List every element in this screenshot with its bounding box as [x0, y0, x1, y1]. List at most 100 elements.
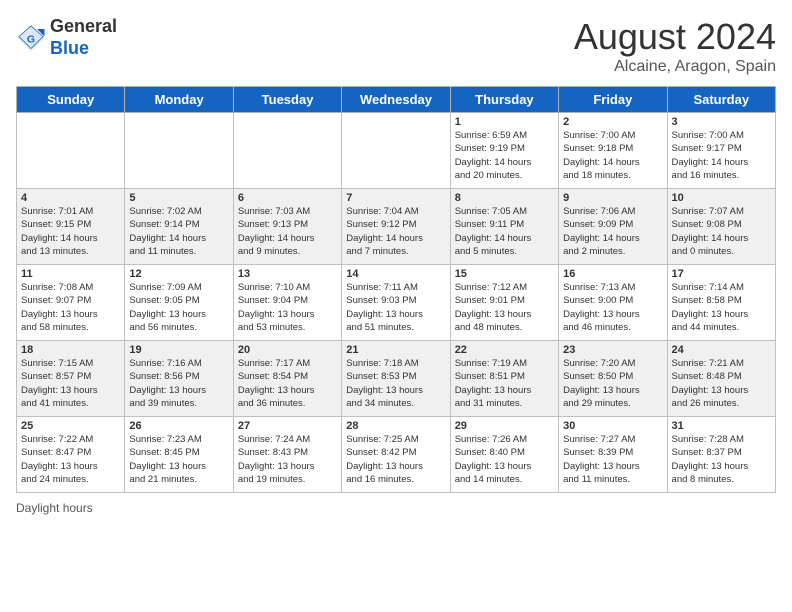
subtitle: Alcaine, Aragon, Spain: [574, 58, 776, 76]
day-number: 2: [563, 116, 662, 128]
calendar-cell: 21Sunrise: 7:18 AM Sunset: 8:53 PM Dayli…: [342, 341, 450, 417]
logo-blue: Blue: [50, 38, 117, 60]
calendar-cell: 19Sunrise: 7:16 AM Sunset: 8:56 PM Dayli…: [125, 341, 233, 417]
logo-icon: G: [16, 23, 46, 53]
day-info: Sunrise: 7:22 AM Sunset: 8:47 PM Dayligh…: [21, 433, 120, 486]
calendar-cell: 7Sunrise: 7:04 AM Sunset: 9:12 PM Daylig…: [342, 189, 450, 265]
day-info: Sunrise: 7:01 AM Sunset: 9:15 PM Dayligh…: [21, 205, 120, 258]
day-number: 23: [563, 344, 662, 356]
day-number: 31: [672, 420, 771, 432]
day-info: Sunrise: 7:04 AM Sunset: 9:12 PM Dayligh…: [346, 205, 445, 258]
day-info: Sunrise: 7:14 AM Sunset: 8:58 PM Dayligh…: [672, 281, 771, 334]
calendar-cell: 20Sunrise: 7:17 AM Sunset: 8:54 PM Dayli…: [233, 341, 341, 417]
day-number: 21: [346, 344, 445, 356]
calendar-cell: [233, 113, 341, 189]
day-number: 14: [346, 268, 445, 280]
day-number: 12: [129, 268, 228, 280]
calendar-cell: 22Sunrise: 7:19 AM Sunset: 8:51 PM Dayli…: [450, 341, 558, 417]
calendar-cell: 23Sunrise: 7:20 AM Sunset: 8:50 PM Dayli…: [559, 341, 667, 417]
day-info: Sunrise: 7:00 AM Sunset: 9:18 PM Dayligh…: [563, 129, 662, 182]
logo: G General Blue: [16, 16, 117, 59]
weekday-header-wednesday: Wednesday: [342, 87, 450, 113]
calendar-cell: 24Sunrise: 7:21 AM Sunset: 8:48 PM Dayli…: [667, 341, 775, 417]
calendar-cell: 2Sunrise: 7:00 AM Sunset: 9:18 PM Daylig…: [559, 113, 667, 189]
day-info: Sunrise: 7:26 AM Sunset: 8:40 PM Dayligh…: [455, 433, 554, 486]
calendar-cell: 13Sunrise: 7:10 AM Sunset: 9:04 PM Dayli…: [233, 265, 341, 341]
calendar-cell: 17Sunrise: 7:14 AM Sunset: 8:58 PM Dayli…: [667, 265, 775, 341]
week-row-4: 18Sunrise: 7:15 AM Sunset: 8:57 PM Dayli…: [17, 341, 776, 417]
day-number: 22: [455, 344, 554, 356]
day-number: 24: [672, 344, 771, 356]
day-info: Sunrise: 7:23 AM Sunset: 8:45 PM Dayligh…: [129, 433, 228, 486]
day-info: Sunrise: 7:20 AM Sunset: 8:50 PM Dayligh…: [563, 357, 662, 410]
day-number: 3: [672, 116, 771, 128]
day-info: Sunrise: 7:05 AM Sunset: 9:11 PM Dayligh…: [455, 205, 554, 258]
main-title: August 2024: [574, 16, 776, 58]
day-info: Sunrise: 7:00 AM Sunset: 9:17 PM Dayligh…: [672, 129, 771, 182]
logo-text: General Blue: [50, 16, 117, 59]
day-number: 20: [238, 344, 337, 356]
calendar-cell: 29Sunrise: 7:26 AM Sunset: 8:40 PM Dayli…: [450, 417, 558, 493]
week-row-5: 25Sunrise: 7:22 AM Sunset: 8:47 PM Dayli…: [17, 417, 776, 493]
day-info: Sunrise: 7:19 AM Sunset: 8:51 PM Dayligh…: [455, 357, 554, 410]
day-info: Sunrise: 7:08 AM Sunset: 9:07 PM Dayligh…: [21, 281, 120, 334]
weekday-header-thursday: Thursday: [450, 87, 558, 113]
logo-general: General: [50, 16, 117, 38]
day-number: 19: [129, 344, 228, 356]
calendar-cell: 1Sunrise: 6:59 AM Sunset: 9:19 PM Daylig…: [450, 113, 558, 189]
calendar-cell: 11Sunrise: 7:08 AM Sunset: 9:07 PM Dayli…: [17, 265, 125, 341]
day-number: 1: [455, 116, 554, 128]
calendar-cell: [17, 113, 125, 189]
week-row-2: 4Sunrise: 7:01 AM Sunset: 9:15 PM Daylig…: [17, 189, 776, 265]
day-info: Sunrise: 7:24 AM Sunset: 8:43 PM Dayligh…: [238, 433, 337, 486]
day-number: 8: [455, 192, 554, 204]
day-info: Sunrise: 7:02 AM Sunset: 9:14 PM Dayligh…: [129, 205, 228, 258]
day-number: 11: [21, 268, 120, 280]
day-number: 18: [21, 344, 120, 356]
calendar-cell: 4Sunrise: 7:01 AM Sunset: 9:15 PM Daylig…: [17, 189, 125, 265]
calendar-cell: 31Sunrise: 7:28 AM Sunset: 8:37 PM Dayli…: [667, 417, 775, 493]
day-number: 13: [238, 268, 337, 280]
calendar-cell: 3Sunrise: 7:00 AM Sunset: 9:17 PM Daylig…: [667, 113, 775, 189]
day-number: 4: [21, 192, 120, 204]
calendar-cell: 12Sunrise: 7:09 AM Sunset: 9:05 PM Dayli…: [125, 265, 233, 341]
calendar-cell: 28Sunrise: 7:25 AM Sunset: 8:42 PM Dayli…: [342, 417, 450, 493]
day-number: 29: [455, 420, 554, 432]
day-number: 28: [346, 420, 445, 432]
day-number: 7: [346, 192, 445, 204]
footer-note: Daylight hours: [16, 501, 776, 515]
day-info: Sunrise: 7:11 AM Sunset: 9:03 PM Dayligh…: [346, 281, 445, 334]
calendar-cell: 25Sunrise: 7:22 AM Sunset: 8:47 PM Dayli…: [17, 417, 125, 493]
weekday-header-friday: Friday: [559, 87, 667, 113]
week-row-3: 11Sunrise: 7:08 AM Sunset: 9:07 PM Dayli…: [17, 265, 776, 341]
daylight-hours-label: Daylight hours: [16, 501, 93, 515]
day-info: Sunrise: 7:16 AM Sunset: 8:56 PM Dayligh…: [129, 357, 228, 410]
day-number: 16: [563, 268, 662, 280]
day-info: Sunrise: 7:07 AM Sunset: 9:08 PM Dayligh…: [672, 205, 771, 258]
svg-text:G: G: [27, 33, 35, 45]
calendar-cell: 8Sunrise: 7:05 AM Sunset: 9:11 PM Daylig…: [450, 189, 558, 265]
day-number: 9: [563, 192, 662, 204]
day-number: 6: [238, 192, 337, 204]
day-number: 10: [672, 192, 771, 204]
title-block: August 2024 Alcaine, Aragon, Spain: [574, 16, 776, 76]
day-info: Sunrise: 7:09 AM Sunset: 9:05 PM Dayligh…: [129, 281, 228, 334]
weekday-header-monday: Monday: [125, 87, 233, 113]
calendar-cell: 30Sunrise: 7:27 AM Sunset: 8:39 PM Dayli…: [559, 417, 667, 493]
day-number: 26: [129, 420, 228, 432]
day-number: 17: [672, 268, 771, 280]
page: G General Blue August 2024 Alcaine, Arag…: [0, 0, 792, 612]
day-info: Sunrise: 7:21 AM Sunset: 8:48 PM Dayligh…: [672, 357, 771, 410]
day-info: Sunrise: 7:03 AM Sunset: 9:13 PM Dayligh…: [238, 205, 337, 258]
weekday-header-tuesday: Tuesday: [233, 87, 341, 113]
day-info: Sunrise: 7:06 AM Sunset: 9:09 PM Dayligh…: [563, 205, 662, 258]
day-info: Sunrise: 7:28 AM Sunset: 8:37 PM Dayligh…: [672, 433, 771, 486]
day-info: Sunrise: 7:17 AM Sunset: 8:54 PM Dayligh…: [238, 357, 337, 410]
day-info: Sunrise: 7:10 AM Sunset: 9:04 PM Dayligh…: [238, 281, 337, 334]
calendar-cell: [125, 113, 233, 189]
calendar-table: SundayMondayTuesdayWednesdayThursdayFrid…: [16, 86, 776, 493]
day-number: 27: [238, 420, 337, 432]
calendar-cell: 18Sunrise: 7:15 AM Sunset: 8:57 PM Dayli…: [17, 341, 125, 417]
calendar-cell: [342, 113, 450, 189]
day-info: Sunrise: 7:13 AM Sunset: 9:00 PM Dayligh…: [563, 281, 662, 334]
